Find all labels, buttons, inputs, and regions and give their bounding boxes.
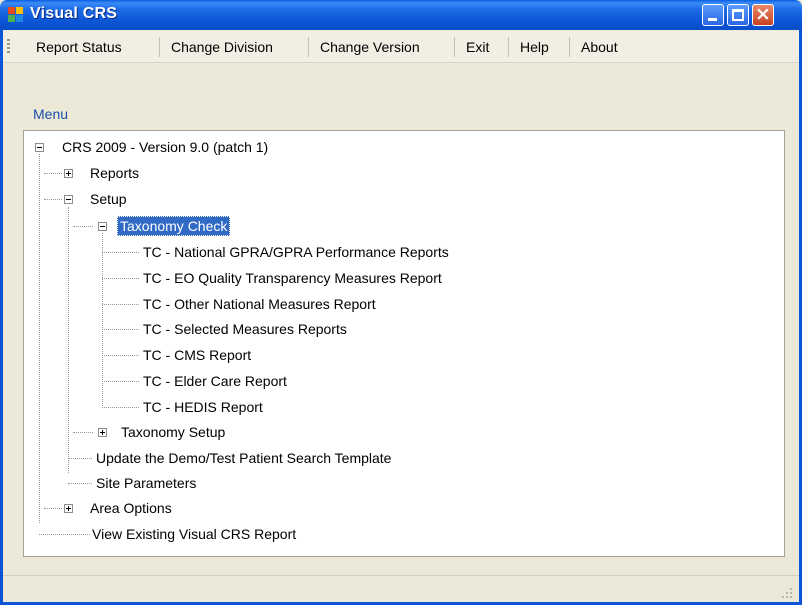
tree-node-area-options[interactable]: Area Options: [90, 499, 172, 517]
tree-node-reports[interactable]: Reports: [90, 164, 139, 182]
menu-change-version[interactable]: Change Version: [320, 39, 420, 55]
app-icon: [8, 7, 24, 23]
tree-node-tc-eo-quality[interactable]: TC - EO Quality Transparency Measures Re…: [143, 269, 442, 287]
maximize-icon: [732, 9, 744, 21]
menu-help[interactable]: Help: [520, 39, 549, 55]
tree-guide-line: [73, 432, 93, 433]
status-bar: [3, 575, 799, 603]
tree-guide-line: [39, 154, 40, 523]
title-bar[interactable]: Visual CRS ×: [0, 0, 802, 30]
tree-node-site-parameters[interactable]: Site Parameters: [96, 474, 196, 492]
tree-guide-line: [102, 252, 139, 253]
menu-report-status[interactable]: Report Status: [36, 39, 122, 55]
toolstrip-grip[interactable]: [7, 39, 10, 55]
tree-guide-line: [73, 226, 93, 227]
resize-grip-icon[interactable]: [781, 587, 793, 599]
tree-node-taxonomy-setup[interactable]: Taxonomy Setup: [121, 423, 225, 441]
collapse-toggle-icon[interactable]: [35, 143, 44, 152]
tree-node-root[interactable]: CRS 2009 - Version 9.0 (patch 1): [62, 138, 268, 156]
tree-node-tc-cms[interactable]: TC - CMS Report: [143, 346, 251, 364]
tree-node-taxonomy-check[interactable]: Taxonomy Check: [117, 216, 231, 236]
tree-guide-line: [68, 458, 92, 459]
menu-group-label: Menu: [33, 106, 69, 122]
menu-about[interactable]: About: [581, 39, 618, 55]
tree-node-update-demo-template[interactable]: Update the Demo/Test Patient Search Temp…: [96, 449, 391, 467]
expand-toggle-icon[interactable]: [98, 428, 107, 437]
tree-guide-line: [39, 534, 90, 535]
tree-node-view-existing-report[interactable]: View Existing Visual CRS Report: [92, 525, 296, 543]
tree-node-tc-hedis[interactable]: TC - HEDIS Report: [143, 398, 263, 416]
tree-node-tc-elder-care[interactable]: TC - Elder Care Report: [143, 372, 287, 390]
window-frame-left: [0, 30, 3, 605]
expand-toggle-icon[interactable]: [64, 504, 73, 513]
tree-guide-line: [102, 381, 139, 382]
expand-toggle-icon[interactable]: [64, 169, 73, 178]
tree-node-tc-selected-measures[interactable]: TC - Selected Measures Reports: [143, 320, 347, 338]
menu-tree-view[interactable]: CRS 2009 - Version 9.0 (patch 1) Reports…: [23, 130, 785, 557]
maximize-button[interactable]: [727, 4, 749, 26]
tree-guide-line: [102, 278, 139, 279]
tree-guide-line: [102, 329, 139, 330]
close-button[interactable]: ×: [752, 3, 774, 26]
tree-guide-line: [102, 355, 139, 356]
menu-separator: [454, 37, 455, 57]
tree-guide-line: [102, 304, 139, 305]
window-title: Visual CRS: [30, 5, 118, 22]
tree-guide-line: [68, 483, 92, 484]
menu-separator: [508, 37, 509, 57]
tree-guide-line: [44, 199, 62, 200]
menu-separator: [159, 37, 160, 57]
collapse-toggle-icon[interactable]: [98, 222, 107, 231]
menu-exit[interactable]: Exit: [466, 39, 489, 55]
close-icon: ×: [755, 3, 771, 25]
tree-guide-line: [44, 508, 62, 509]
tree-guide-line: [68, 207, 69, 473]
menu-bar: Report Status Change Division Change Ver…: [3, 31, 799, 63]
tree-guide-line: [44, 173, 62, 174]
collapse-toggle-icon[interactable]: [64, 195, 73, 204]
tree-node-setup[interactable]: Setup: [90, 190, 127, 208]
minimize-icon: [708, 18, 717, 21]
menu-separator: [569, 37, 570, 57]
tree-guide-line: [102, 407, 139, 408]
tree-node-tc-other-national[interactable]: TC - Other National Measures Report: [143, 295, 376, 313]
menu-separator: [308, 37, 309, 57]
tree-node-tc-national-gpra[interactable]: TC - National GPRA/GPRA Performance Repo…: [143, 243, 449, 261]
menu-change-division[interactable]: Change Division: [171, 39, 273, 55]
minimize-button[interactable]: [702, 4, 724, 26]
